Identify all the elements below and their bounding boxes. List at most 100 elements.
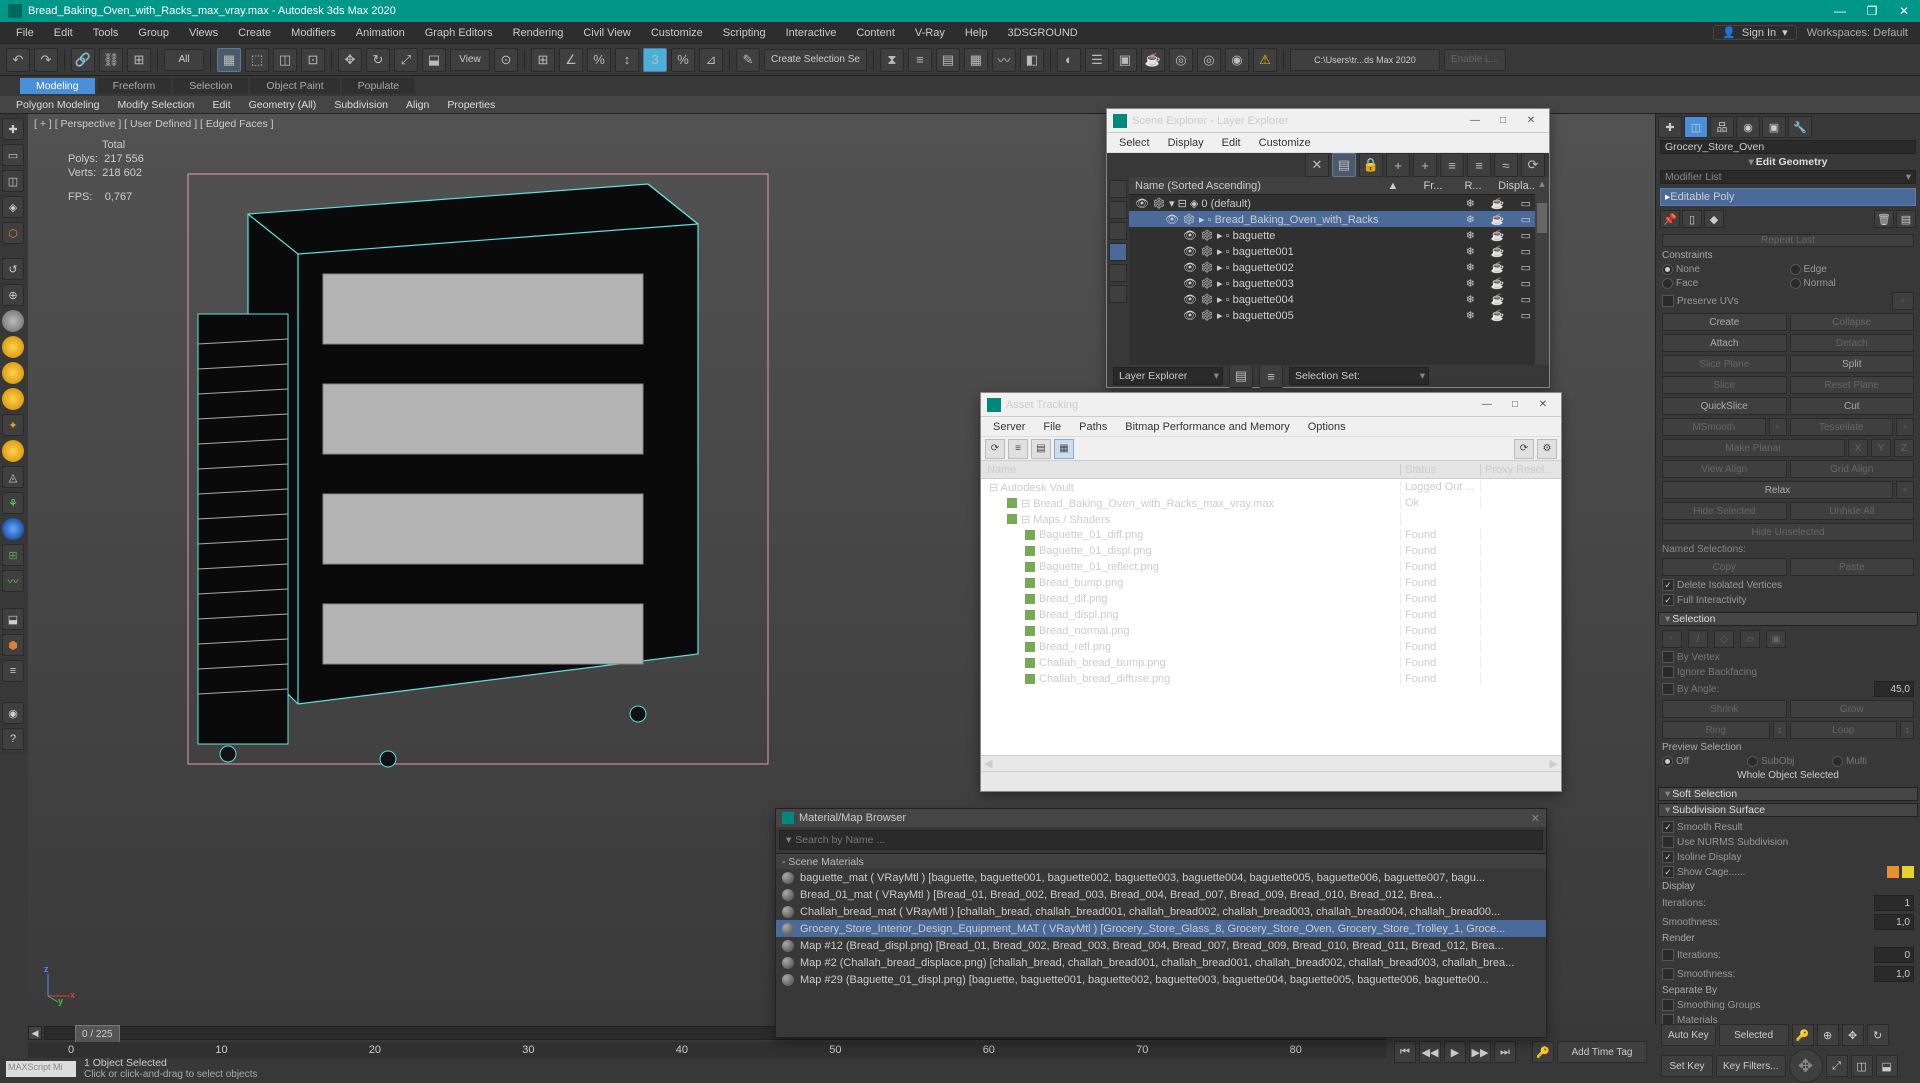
nav4[interactable]: ⤢	[1826, 1055, 1848, 1077]
sun4-icon[interactable]	[2, 440, 24, 462]
repeat-last[interactable]: Repeat Last	[1662, 234, 1914, 247]
ribbon-tab-object paint[interactable]: Object Paint	[250, 78, 339, 94]
mmb-search[interactable]: Search by Name ...	[779, 830, 1543, 850]
play[interactable]: ▶	[1444, 1041, 1466, 1063]
light-icon[interactable]	[2, 310, 24, 332]
configure[interactable]: ▤	[1896, 210, 1916, 228]
sphere-icon[interactable]	[2, 518, 24, 540]
menu-animation[interactable]: Animation	[346, 25, 415, 41]
at-tool6[interactable]: ⚙	[1537, 439, 1557, 459]
se-tool7[interactable]: ≡	[1467, 153, 1491, 177]
asset-row[interactable]: ⊟ Maps / Shaders	[981, 511, 1561, 527]
at-menu-item[interactable]: Server	[985, 419, 1033, 435]
nav5[interactable]: ◫	[1851, 1055, 1873, 1077]
maximize-button[interactable]: ❐	[1856, 0, 1888, 22]
at-tool2[interactable]: ≡	[1008, 439, 1028, 459]
tool9[interactable]: ⚘	[2, 492, 24, 514]
tess-btn[interactable]: Tessellate	[1790, 418, 1894, 436]
material-row[interactable]: Grocery_Store_Interior_Design_Equipment_…	[776, 920, 1546, 937]
at-scroll-right[interactable]: ▶	[1550, 757, 1558, 770]
vray-button3[interactable]: ◉	[1225, 48, 1249, 72]
menu-civil view[interactable]: Civil View	[573, 25, 640, 41]
hideunsel-btn[interactable]: Hide Unselected	[1662, 523, 1914, 541]
select-button[interactable]: ▦	[217, 48, 241, 72]
sun2-icon[interactable]	[2, 362, 24, 384]
autokey[interactable]: Auto Key	[1661, 1024, 1716, 1046]
unhideall-btn[interactable]: Unhide All	[1790, 502, 1915, 520]
se-row[interactable]: 👁 ❄ ▸ ▫ baguette004❄☕▭	[1129, 291, 1549, 307]
constraint-edge[interactable]	[1790, 264, 1801, 275]
unlink-button[interactable]: ⛓	[99, 48, 123, 72]
mmb-titlebar[interactable]: Material/Map Browser ✕	[776, 809, 1546, 827]
mirror-button[interactable]: ⧗	[880, 48, 904, 72]
sel-border[interactable]: ◇	[1714, 630, 1734, 648]
vray-button2[interactable]: ◎	[1197, 48, 1221, 72]
mmb-section[interactable]: - Scene Materials	[776, 853, 1546, 869]
se-filter4[interactable]	[1109, 243, 1127, 261]
anglesnap-button[interactable]: ∠	[559, 48, 583, 72]
sliceplane-btn[interactable]: Slice Plane	[1662, 355, 1787, 373]
se-filter3[interactable]	[1109, 222, 1127, 240]
menu-modifiers[interactable]: Modifiers	[281, 25, 346, 41]
menu-interactive[interactable]: Interactive	[776, 25, 847, 41]
tool12[interactable]: ⬓	[2, 608, 24, 630]
workspace-dropdown[interactable]: Workspaces: Default	[1807, 27, 1908, 39]
project-path[interactable]: C:\Users\tr...ds Max 2020	[1290, 49, 1440, 71]
sel-poly[interactable]: ▱	[1740, 630, 1760, 648]
tool13[interactable]: ⬢	[2, 634, 24, 656]
mmb-close[interactable]: ✕	[1531, 812, 1540, 825]
se-tool8[interactable]: ≈	[1494, 153, 1518, 177]
se-filter6[interactable]	[1109, 285, 1127, 303]
selectionset-dropdown[interactable]: Create Selection Se	[764, 49, 867, 71]
pin-stack[interactable]: 📌	[1660, 210, 1680, 228]
se-max[interactable]: □	[1491, 112, 1515, 130]
snap3-button[interactable]: 3	[643, 48, 667, 72]
maxscript-mini[interactable]: MAXScript Mi	[6, 1061, 76, 1077]
menu-edit[interactable]: Edit	[44, 25, 83, 41]
snap-button[interactable]: ⊞	[531, 48, 555, 72]
se-menu-select[interactable]: Select	[1111, 135, 1158, 151]
bind-button[interactable]: ⊞	[127, 48, 151, 72]
asset-row[interactable]: Bread_displ.pngFound	[981, 607, 1561, 623]
hierarchy-tab[interactable]: 品	[1710, 116, 1734, 138]
asset-tracking-window[interactable]: Asset Tracking —□✕ ServerFilePathsBitmap…	[980, 392, 1562, 792]
detach-btn[interactable]: Detach	[1790, 334, 1915, 352]
schematic-button[interactable]: ◧	[1020, 48, 1044, 72]
msmooth-btn[interactable]: MSmooth	[1662, 418, 1766, 436]
se-row[interactable]: 👁 ❄ ▸ ▫ baguette002❄☕▭	[1129, 259, 1549, 275]
ribbon-group[interactable]: Subdivision	[326, 98, 396, 112]
ring-btn[interactable]: Ring	[1662, 721, 1770, 739]
se-tool3[interactable]: 🔒	[1359, 153, 1383, 177]
help-icon[interactable]: ?	[2, 728, 24, 750]
undo-button[interactable]: ↶	[6, 48, 30, 72]
ribbon-tab-freeform[interactable]: Freeform	[97, 78, 172, 94]
display-tab[interactable]: ▣	[1762, 116, 1786, 138]
menu-v-ray[interactable]: V-Ray	[905, 25, 955, 41]
ribbon-tab-populate[interactable]: Populate	[342, 78, 415, 94]
at-menu-item[interactable]: Bitmap Performance and Memory	[1117, 419, 1297, 435]
asset-row[interactable]: ⊟ Autodesk VaultLogged Out ...	[981, 479, 1561, 495]
pivot-button[interactable]: ⊙	[494, 48, 518, 72]
tool8[interactable]: ◬	[2, 466, 24, 488]
sun3-icon[interactable]	[2, 388, 24, 410]
modifier-stack[interactable]: ▸ Editable Poly	[1660, 188, 1916, 206]
addtimetag[interactable]: Add Time Tag	[1557, 1041, 1647, 1063]
spinnersnap-button[interactable]: ↕	[615, 48, 639, 72]
goto-start[interactable]: ⏮	[1394, 1041, 1416, 1063]
modify-tab[interactable]: ◫	[1684, 116, 1708, 138]
asset-row[interactable]: Bread_bump.pngFound	[981, 575, 1561, 591]
menu-3dsground[interactable]: 3DSGROUND	[997, 25, 1087, 41]
link-button[interactable]: 🔗	[71, 48, 95, 72]
toggle-button[interactable]: ▦	[964, 48, 988, 72]
loop-btn[interactable]: Loop	[1790, 721, 1898, 739]
rendered-frame-button[interactable]: ▣	[1113, 48, 1137, 72]
at-max[interactable]: □	[1503, 396, 1527, 414]
tool6[interactable]: ⊕	[2, 284, 24, 306]
grow-btn[interactable]: Grow	[1790, 700, 1915, 718]
asset-row[interactable]: Bread_refl.pngFound	[981, 639, 1561, 655]
constraint-face[interactable]	[1662, 278, 1673, 289]
stack-editable-poly[interactable]: ▸ Editable Poly	[1661, 189, 1915, 205]
se-tool6[interactable]: ≡	[1440, 153, 1464, 177]
tool3[interactable]: ◈	[2, 196, 24, 218]
menu-rendering[interactable]: Rendering	[503, 25, 574, 41]
